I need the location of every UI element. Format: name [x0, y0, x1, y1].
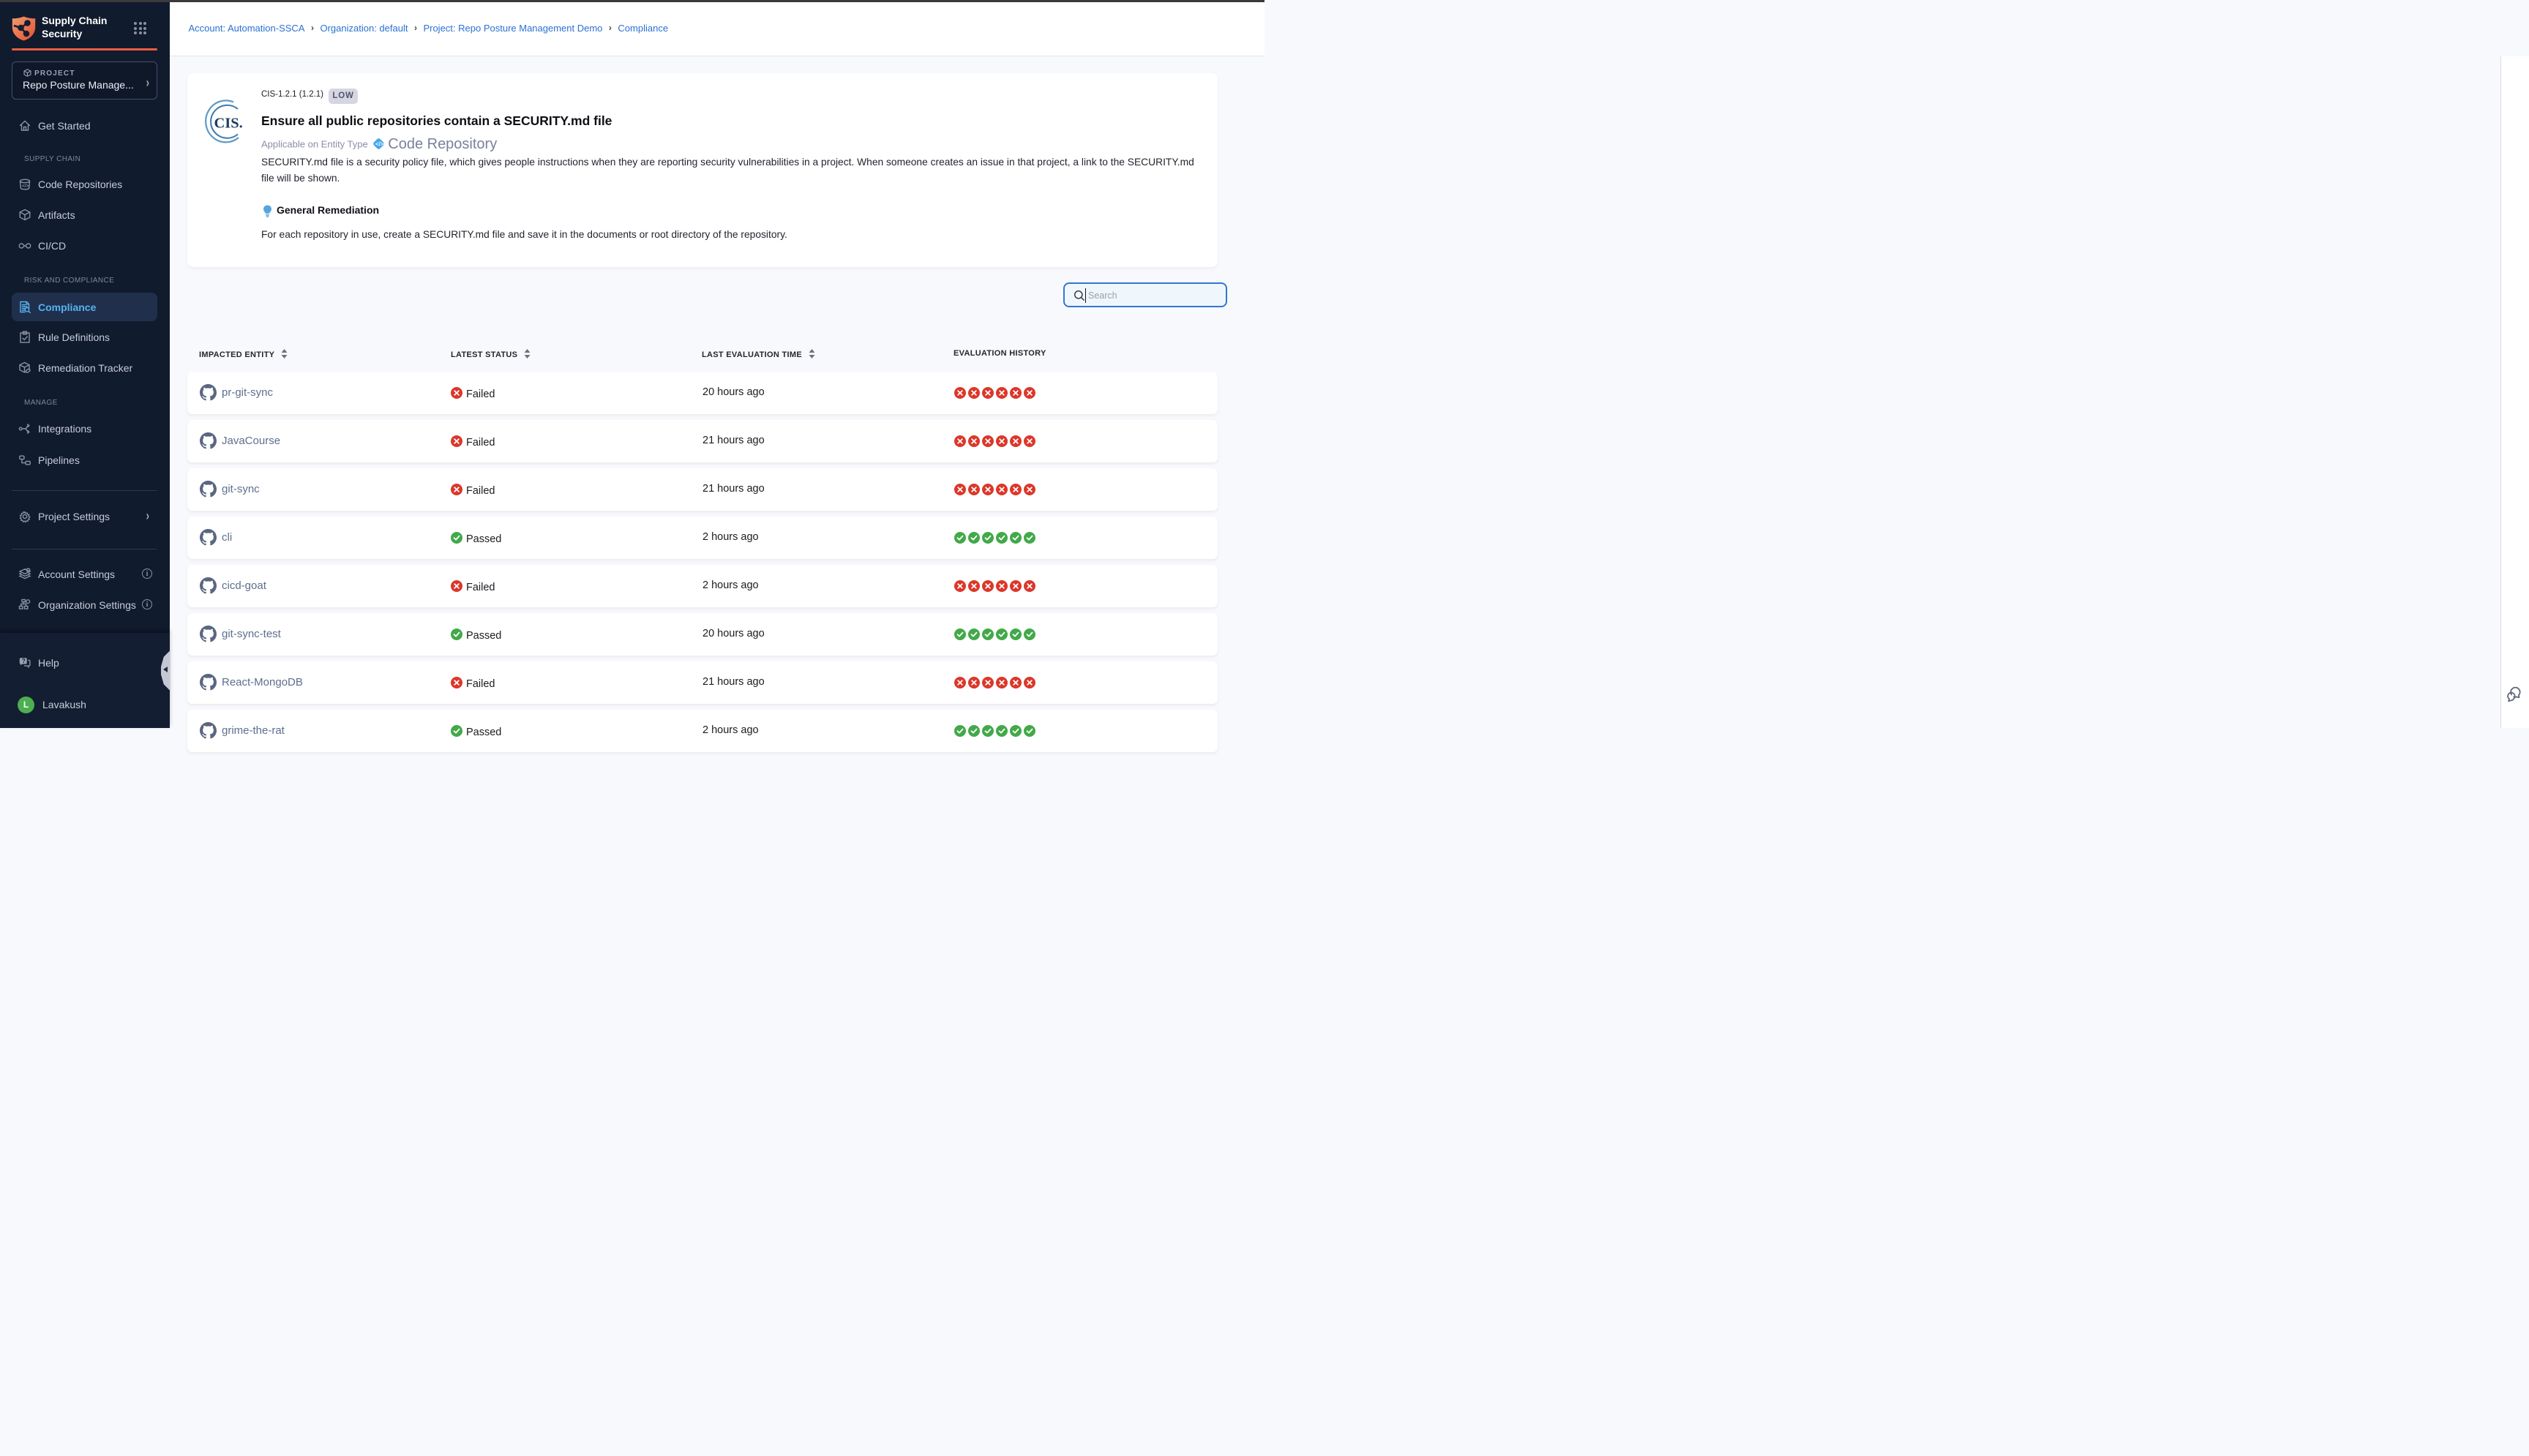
svg-text:?: ?: [22, 658, 26, 664]
svg-text:</>: </>: [22, 184, 29, 189]
svg-text:CIS.: CIS.: [214, 116, 243, 132]
svg-text:</>: </>: [375, 141, 384, 148]
